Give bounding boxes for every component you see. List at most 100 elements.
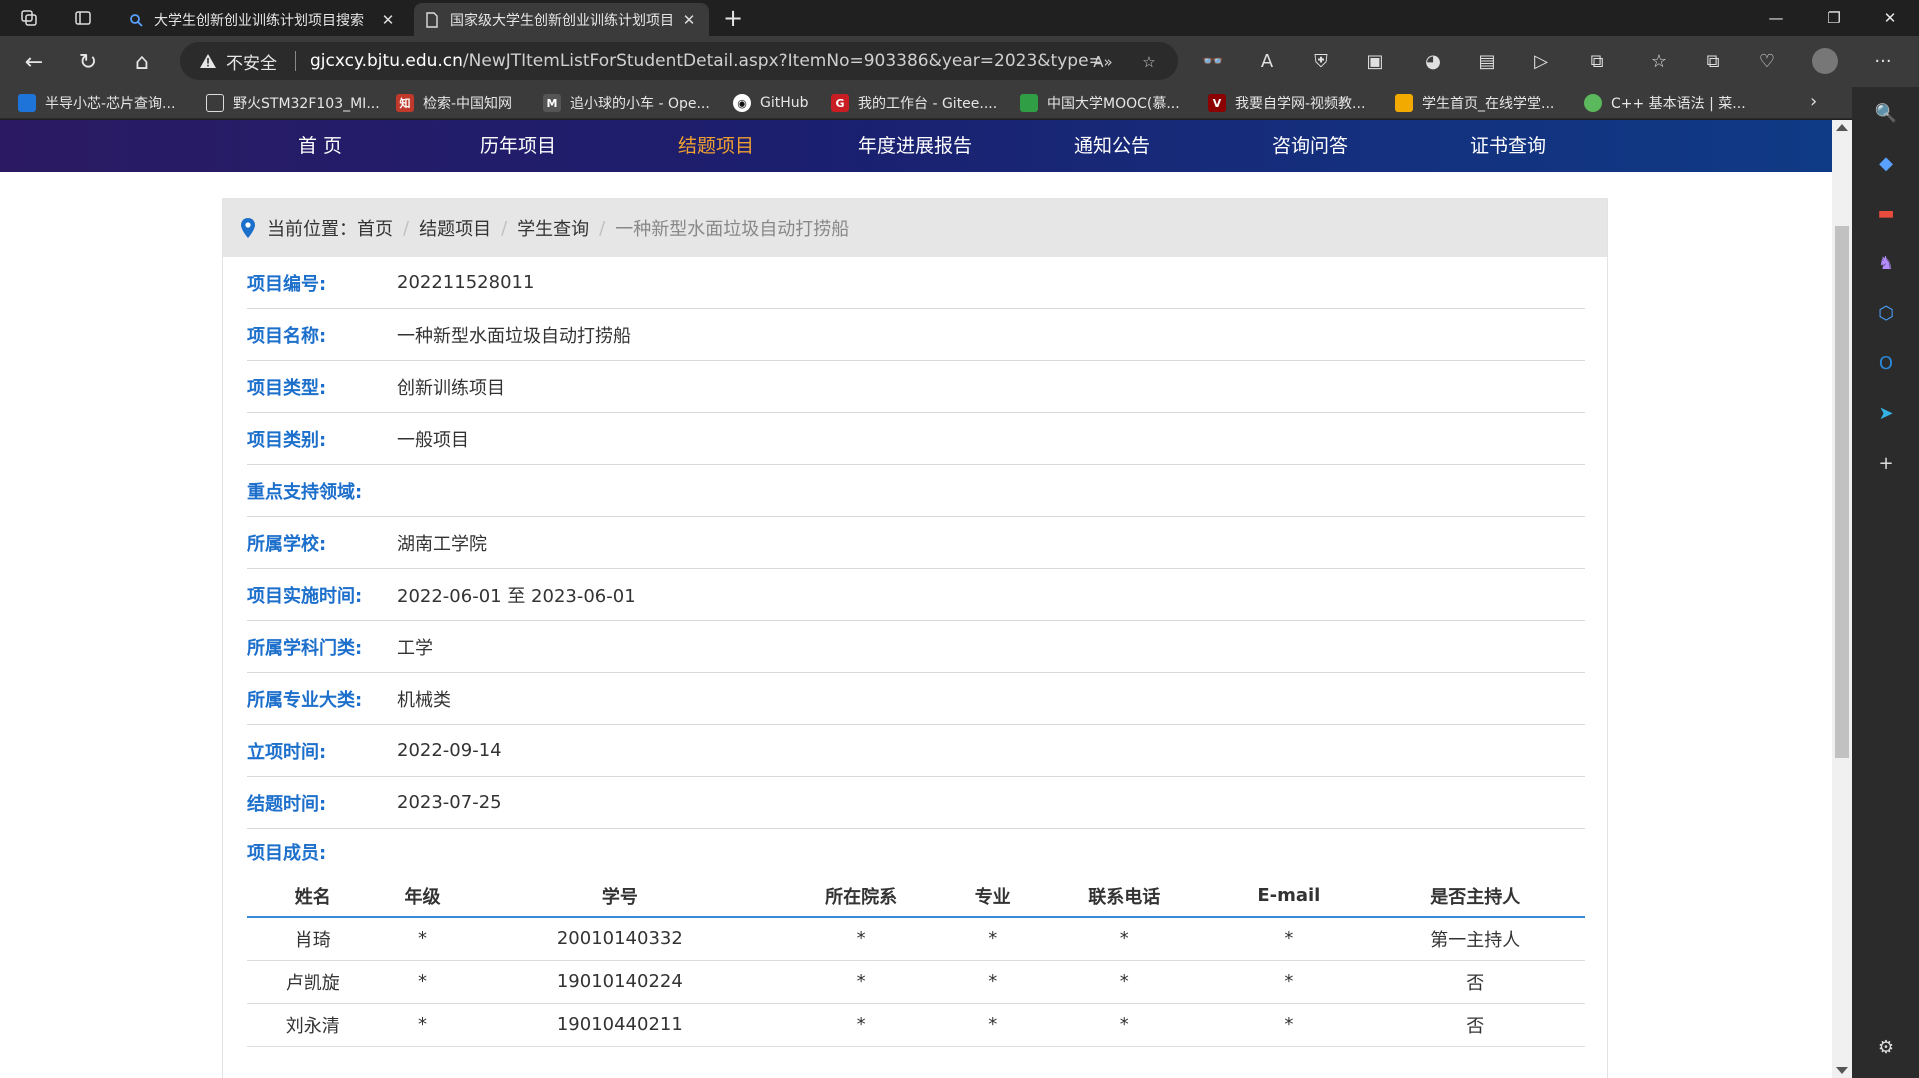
tab-strip: 大学生创新创业训练计划项目搜索 ✕ 国家级大学生创新创业训练计划项目 ✕ + —… <box>0 0 1919 36</box>
cell: * <box>773 917 949 961</box>
shield-icon[interactable]: ⛨ <box>1308 48 1334 74</box>
nav-notices[interactable]: 通知公告 <box>1062 120 1162 172</box>
nav-annual-report[interactable]: 年度进展报告 <box>844 120 986 172</box>
search-icon[interactable]: 🔍 <box>1872 99 1900 127</box>
field-value: 2022-09-14 <box>397 740 502 761</box>
shopping-tag-icon[interactable]: ◆ <box>1872 149 1900 177</box>
field-value: 202211528011 <box>397 272 535 293</box>
breadcrumb: 当前位置： 首页 / 结题项目 / 学生查询 / 一种新型水面垃圾自动打捞船 <box>223 199 1607 257</box>
extension-translate-icon[interactable]: A <box>1254 48 1280 74</box>
breadcrumb-student-query[interactable]: 学生查询 <box>517 215 589 241</box>
close-tab-icon[interactable]: ✕ <box>679 11 699 29</box>
scroll-down-icon[interactable] <box>1836 1067 1848 1074</box>
new-tab-icon[interactable]: + <box>716 3 750 33</box>
tab-title: 大学生创新创业训练计划项目搜索 <box>154 12 364 29</box>
cell: * <box>948 1003 1037 1047</box>
field-value: 工学 <box>397 637 433 659</box>
extension-color-icon[interactable]: ◕ <box>1420 48 1446 74</box>
cell: * <box>378 960 467 1004</box>
extension-screenshot-icon[interactable]: ▣ <box>1362 48 1388 74</box>
avatar[interactable] <box>1812 48 1838 74</box>
field-value: 一种新型水面垃圾自动打捞船 <box>397 325 631 347</box>
tab-project-search[interactable]: 大学生创新创业训练计划项目搜索 ✕ <box>118 3 408 36</box>
cell: * <box>773 960 949 1004</box>
scroll-up-icon[interactable] <box>1836 124 1848 131</box>
field-label: 所属专业大类: <box>247 689 363 711</box>
tools-icon[interactable]: ▬ <box>1872 199 1900 227</box>
bookmark-item[interactable]: V 我要自学网-视频教... <box>1208 92 1365 114</box>
nav-qa[interactable]: 咨询问答 <box>1260 120 1360 172</box>
cell: * <box>948 960 1037 1004</box>
favorites-icon[interactable]: ☆ <box>1646 48 1672 74</box>
field-label: 项目实施时间: <box>247 585 363 607</box>
bookmark-item[interactable]: 野火STM32F103_MI... <box>206 92 380 114</box>
outlook-icon[interactable]: O <box>1872 349 1900 377</box>
nav-certificate[interactable]: 证书查询 <box>1458 120 1558 172</box>
favorite-add-icon[interactable]: ☆ <box>1138 51 1160 73</box>
restore-icon[interactable]: ❐ <box>1805 0 1863 36</box>
bookmark-favicon-icon <box>1020 94 1038 112</box>
cell: * <box>948 917 1037 961</box>
minimize-icon[interactable]: — <box>1747 0 1805 36</box>
field-value: 2023-07-25 <box>397 792 502 813</box>
field-discipline: 所属学科门类: 工学 <box>247 621 1585 673</box>
field-label: 项目类型: <box>247 377 327 399</box>
address-bar[interactable]: 不安全 gjcxcy.bjtu.edu.cn/NewJTItemListForS… <box>180 42 1178 80</box>
refresh-icon[interactable]: ↻ <box>70 44 106 80</box>
nav-completed-projects[interactable]: 结题项目 <box>666 120 766 172</box>
divider <box>295 51 296 71</box>
bookmark-item[interactable]: ◉ GitHub <box>733 92 809 114</box>
field-value: 2022-06-01 至 2023-06-01 <box>397 585 636 607</box>
field-school: 所属学校: 湖南工学院 <box>247 517 1585 569</box>
breadcrumb-completed[interactable]: 结题项目 <box>419 215 491 241</box>
bookmark-item[interactable]: 中国大学MOOC(慕... <box>1020 92 1180 114</box>
read-aloud-icon[interactable]: A» <box>1092 51 1114 73</box>
project-detail-panel: 当前位置： 首页 / 结题项目 / 学生查询 / 一种新型水面垃圾自动打捞船 项… <box>222 198 1608 1078</box>
bookmark-item[interactable]: G 我的工作台 - Gitee.... <box>831 92 997 114</box>
tab-project-detail[interactable]: 国家级大学生创新创业训练计划项目 ✕ <box>414 3 709 36</box>
workspaces-icon[interactable] <box>14 4 44 32</box>
close-tab-icon[interactable]: ✕ <box>378 11 398 29</box>
warning-icon[interactable] <box>198 51 218 71</box>
nav-home[interactable]: 首 页 <box>270 120 370 172</box>
add-icon[interactable]: + <box>1872 449 1900 477</box>
cell: 19010140224 <box>466 960 774 1004</box>
games-icon[interactable]: ♞ <box>1872 249 1900 277</box>
bookmark-item[interactable]: 半导小芯-芯片查询... <box>18 92 175 114</box>
field-project-number: 项目编号: 202211528011 <box>247 257 1585 309</box>
url-path: /NewJTItemListForStudentDetail.aspx?Item… <box>462 51 1100 71</box>
chevron-right-icon[interactable]: › <box>1810 91 1817 112</box>
play-icon[interactable]: ▷ <box>1528 48 1554 74</box>
edge-sidebar: 🔍 ◆ ▬ ♞ ⬡ O ➤ + ⚙ <box>1852 87 1919 1078</box>
gear-icon[interactable]: ⚙ <box>1872 1033 1900 1061</box>
insecure-label[interactable]: 不安全 <box>226 49 277 74</box>
bookmark-item[interactable]: 学生首页_在线学堂... <box>1395 92 1554 114</box>
more-menu-icon[interactable]: ··· <box>1870 48 1896 74</box>
tab-actions-icon[interactable] <box>68 4 98 32</box>
bookmark-item[interactable]: 知检索-中国知网 <box>396 92 512 114</box>
url-text[interactable]: gjcxcy.bjtu.edu.cn/NewJTItemListForStude… <box>310 51 1100 71</box>
cell: 20010140332 <box>466 917 774 961</box>
location-pin-icon <box>241 218 255 238</box>
office-icon[interactable]: ⬡ <box>1872 299 1900 327</box>
home-icon[interactable]: ⌂ <box>124 44 160 80</box>
page-scrollbar[interactable] <box>1832 120 1852 1078</box>
bookmark-favicon-icon <box>1584 94 1602 112</box>
breadcrumb-home[interactable]: 首页 <box>357 215 393 241</box>
scroll-thumb[interactable] <box>1835 226 1849 758</box>
send-icon[interactable]: ➤ <box>1872 399 1900 427</box>
table-row: 刘永清 * 19010440211 * * * * 否 <box>247 1003 1585 1047</box>
close-window-icon[interactable]: ✕ <box>1861 0 1919 36</box>
extension-glasses-icon[interactable]: 👓 <box>1200 48 1226 74</box>
back-icon[interactable]: ← <box>16 44 52 80</box>
field-value: 创新训练项目 <box>397 377 505 399</box>
bookmark-item[interactable]: M 追小球的小车 - Ope... <box>543 92 710 114</box>
gitee-icon: G <box>831 94 849 112</box>
performance-icon[interactable]: ♡ <box>1754 48 1780 74</box>
bookmark-item[interactable]: C++ 基本语法 | 菜... <box>1584 92 1746 114</box>
collections-icon[interactable]: ⧉ <box>1700 48 1726 74</box>
extension-doc-icon[interactable]: ▤ <box>1474 48 1500 74</box>
field-project-type: 项目类型: 创新训练项目 <box>247 361 1585 413</box>
extensions-icon[interactable]: ⧉ <box>1584 48 1610 74</box>
nav-past-projects[interactable]: 历年项目 <box>468 120 568 172</box>
